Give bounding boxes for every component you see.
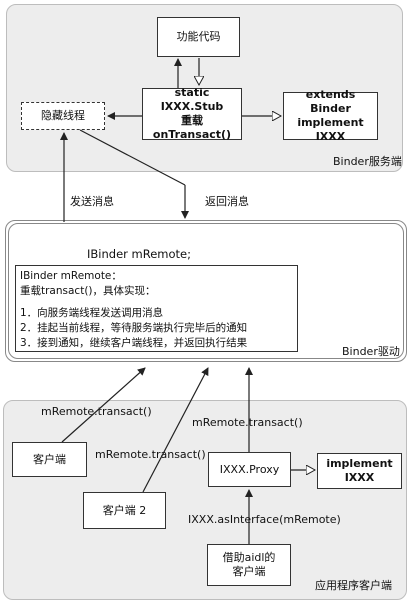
return-message-line (79, 129, 186, 186)
connector-layer (60, 58, 410, 544)
client2-transact-arrow (142, 367, 209, 493)
client1-transact-arrow (61, 367, 146, 443)
